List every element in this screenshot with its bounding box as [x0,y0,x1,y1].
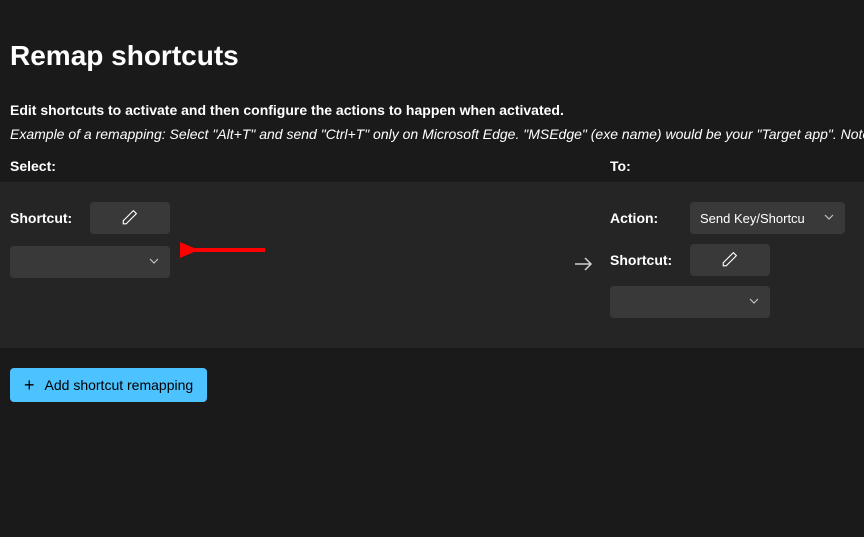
chevron-down-icon [148,255,160,270]
column-header-to: To: [610,158,854,174]
to-section: Action: Send Key/Shortcu Shortcut: [610,202,854,318]
plus-icon: + [24,376,35,394]
edit-target-shortcut-button[interactable] [690,244,770,276]
add-shortcut-remapping-button[interactable]: + Add shortcut remapping [10,368,207,402]
chevron-down-icon [823,211,835,226]
pencil-icon [721,250,739,271]
arrow-separator [555,202,610,281]
remap-row: Shortcut: [0,182,864,348]
target-dropdown[interactable] [610,286,770,318]
arrow-right-icon [571,252,595,281]
shortcut-to-label: Shortcut: [610,252,690,268]
select-section: Shortcut: [10,202,555,278]
example-text: Example of a remapping: Select "Alt+T" a… [10,126,854,142]
action-dropdown-label: Send Key/Shortcu [700,211,819,226]
description-text: Edit shortcuts to activate and then conf… [10,102,854,118]
add-button-label: Add shortcut remapping [45,377,194,393]
source-dropdown[interactable] [10,246,170,278]
edit-shortcut-button[interactable] [90,202,170,234]
shortcut-label: Shortcut: [10,210,90,226]
column-header-select: Select: [10,158,610,174]
page-title: Remap shortcuts [10,40,854,72]
pencil-icon [121,208,139,229]
action-dropdown[interactable]: Send Key/Shortcu [690,202,845,234]
action-label: Action: [610,210,690,226]
chevron-down-icon [748,295,760,310]
